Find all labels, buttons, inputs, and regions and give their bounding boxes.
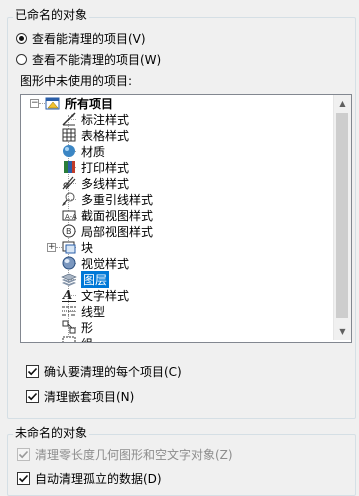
tree-item-groups[interactable]: 组 — [61, 335, 93, 343]
named-objects-title: 已命名的对象 — [13, 8, 90, 22]
svg-text:A-A: A-A — [65, 213, 77, 221]
tree-item-label: 多重引线样式 — [81, 192, 154, 207]
tree-item-multiline-styles[interactable]: 多线样式 — [61, 175, 129, 191]
multileader-style-icon — [62, 192, 75, 206]
scroll-up-icon[interactable]: ▲ — [334, 95, 351, 112]
text-style-icon: A — [62, 288, 76, 302]
view-not-purgeable-label: 查看不能清理的项目(W) — [32, 52, 162, 67]
tree-item-label: 组 — [81, 335, 93, 343]
table-style-icon — [62, 128, 76, 142]
radio-unselected-icon — [16, 53, 27, 65]
linetype-icon — [62, 306, 76, 316]
tree-item-label: 标注样式 — [81, 112, 130, 127]
group-icon — [62, 336, 76, 342]
tree-item-multileader-styles[interactable]: 多重引线样式 — [61, 191, 153, 207]
zero-length-checkbox[interactable]: 清理零长度几何图形和空文字对象(Z) — [17, 446, 233, 462]
tree-item-materials[interactable]: 材质 — [61, 143, 105, 159]
tree-item-label: 打印样式 — [81, 160, 130, 175]
tree-item-detail-view-styles[interactable]: B 局部视图样式 — [61, 223, 153, 239]
tree-item-dimension-styles[interactable]: 标注样式 — [61, 111, 129, 127]
tree-item-shapes[interactable]: 形 — [61, 319, 93, 335]
tree-item-plot-styles[interactable]: 打印样式 — [61, 159, 129, 175]
checkbox-checked-icon — [26, 364, 39, 378]
radio-selected-icon — [16, 32, 27, 44]
tree-item-linetypes[interactable]: 线型 — [61, 303, 105, 319]
tree-item-label: 多线样式 — [81, 176, 130, 191]
multiline-style-icon — [62, 176, 76, 190]
view-purgeable-label: 查看能清理的项目(V) — [32, 31, 146, 46]
checkbox-checked-disabled-icon — [17, 447, 30, 461]
purge-nested-checkbox[interactable]: 清理嵌套项目(N) — [26, 388, 134, 404]
layer-icon — [61, 273, 77, 286]
confirm-each-label: 确认要清理的每个项目(C) — [44, 364, 182, 379]
tree-item-section-view-styles[interactable]: A-A 截面视图样式 — [61, 207, 153, 223]
scroll-thumb[interactable] — [336, 113, 348, 318]
expand-toggle[interactable]: + — [47, 243, 56, 252]
tree-item-label: 局部视图样式 — [81, 224, 154, 239]
tree-item-label: 线型 — [81, 304, 106, 319]
tree-item-label: 图层 — [81, 270, 110, 288]
section-view-style-icon: A-A — [62, 210, 77, 221]
visual-style-icon — [62, 256, 76, 270]
checkbox-checked-icon — [26, 389, 39, 403]
tree-item-table-styles[interactable]: 表格样式 — [61, 127, 129, 143]
scroll-down-icon[interactable]: ▼ — [334, 323, 351, 340]
all-items-icon — [45, 97, 60, 110]
unused-items-tree[interactable]: − 所有项目 标注样式 表格样式 材质 打印样式 多线样式 多重引线样式 A-A… — [20, 94, 352, 343]
tree-item-label: 表格样式 — [81, 128, 130, 143]
view-not-purgeable-radio[interactable]: 查看不能清理的项目(W) — [16, 51, 161, 67]
zero-length-label: 清理零长度几何图形和空文字对象(Z) — [35, 447, 233, 462]
tree-item-label: 形 — [81, 320, 94, 335]
tree-item-label: 材质 — [81, 144, 106, 159]
dimension-style-icon — [62, 112, 76, 126]
tree-item-blocks[interactable]: 块 — [61, 239, 93, 255]
unnamed-objects-title: 未命名的对象 — [13, 426, 90, 440]
block-icon — [62, 241, 76, 254]
tree-item-label: 所有项目 — [65, 96, 114, 111]
tree-scrollbar[interactable]: ▲ ▼ — [333, 95, 351, 340]
confirm-each-checkbox[interactable]: 确认要清理的每个项目(C) — [26, 363, 182, 379]
tree-item-label: 文字样式 — [81, 288, 130, 303]
collapse-toggle[interactable]: − — [30, 99, 39, 108]
plot-style-icon — [64, 161, 75, 173]
shape-icon — [62, 320, 76, 334]
orphaned-data-checkbox[interactable]: 自动清理孤立的数据(D) — [17, 470, 162, 486]
tree-item-label: 块 — [81, 240, 94, 255]
tree-item-all-items[interactable]: 所有项目 — [45, 95, 113, 111]
svg-text:A: A — [62, 288, 72, 302]
unnamed-objects-group — [7, 434, 356, 496]
detail-view-style-icon: B — [62, 224, 76, 238]
orphaned-data-label: 自动清理孤立的数据(D) — [35, 471, 162, 486]
view-purgeable-radio[interactable]: 查看能清理的项目(V) — [16, 30, 146, 46]
tree-item-layers[interactable]: 图层 — [61, 270, 110, 288]
svg-text:B: B — [66, 227, 72, 236]
tree-item-label: 视觉样式 — [81, 256, 130, 271]
purge-nested-label: 清理嵌套项目(N) — [44, 389, 135, 404]
checkbox-checked-icon — [17, 471, 30, 485]
tree-label: 图形中未使用的项目: — [20, 74, 133, 88]
tree-item-text-styles[interactable]: A 文字样式 — [61, 287, 129, 303]
material-icon — [63, 145, 75, 157]
tree-item-visual-styles[interactable]: 视觉样式 — [61, 255, 129, 271]
tree-item-label: 截面视图样式 — [81, 208, 154, 223]
